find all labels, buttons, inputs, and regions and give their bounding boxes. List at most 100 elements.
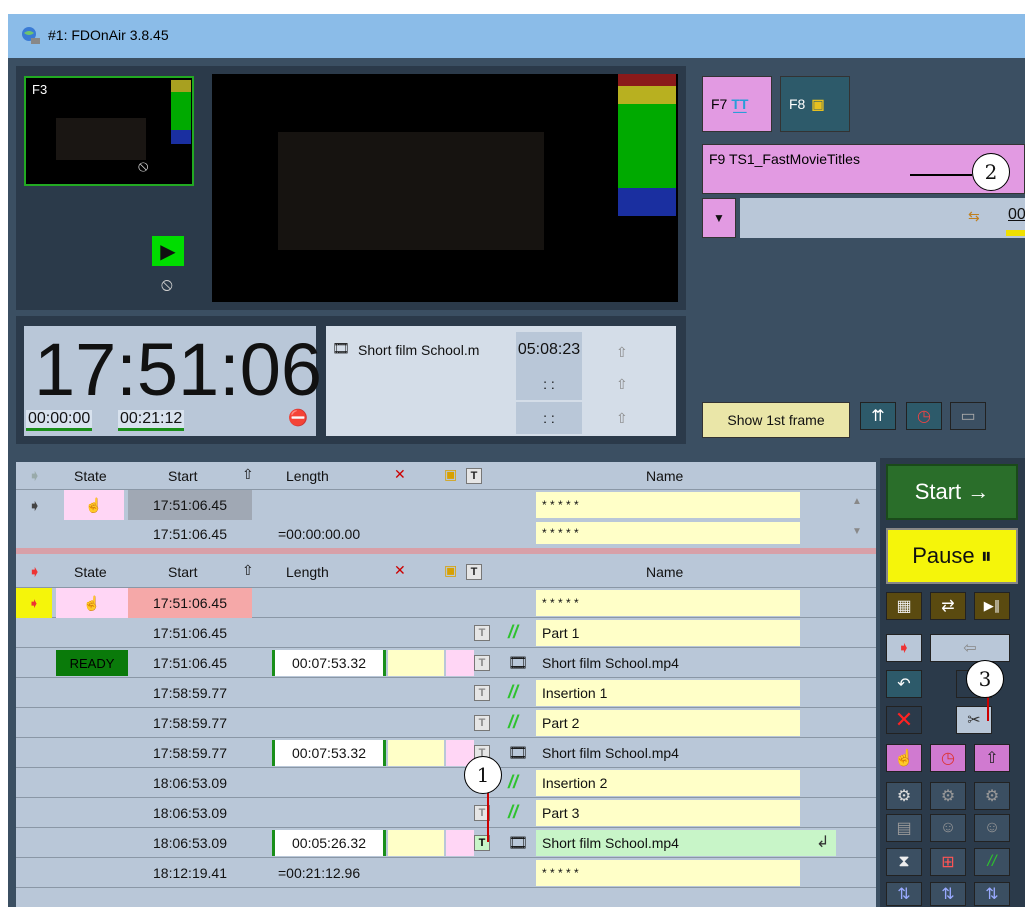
length-input[interactable]: 00:05:26.32 xyxy=(272,830,386,856)
length-pad xyxy=(388,650,444,676)
hourglass-icon[interactable]: ⧗ xyxy=(886,848,922,876)
level-meter-blue xyxy=(171,130,191,144)
callout-2-line xyxy=(910,174,972,176)
length-input[interactable]: 00:07:53.32 xyxy=(272,650,386,676)
col-state: State xyxy=(74,564,107,580)
meter-yellow xyxy=(618,86,676,104)
start-button[interactable]: Start → xyxy=(886,464,1018,520)
template-f7-button[interactable]: F7 T͟T xyxy=(702,76,772,132)
align-icon[interactable]: ⇈ xyxy=(860,402,896,430)
length-input[interactable]: 00:07:53.32 xyxy=(272,740,386,766)
film-icon: 🎞 xyxy=(332,340,350,356)
playlist-header-row: ➧ State Start ⇧ Length ✕ ▣ T Name xyxy=(16,556,876,588)
titles-toggle[interactable]: T xyxy=(474,655,490,671)
start-cell: 17:58:59.77 xyxy=(153,745,227,761)
table-row[interactable]: READY 17:51:06.45 00:07:53.32 T 🎞 Short film … xyxy=(16,648,876,678)
titles-toggle[interactable]: T xyxy=(474,625,490,641)
undo-icon[interactable]: ↶ xyxy=(886,670,922,698)
move-icon-2[interactable]: ⇅ xyxy=(930,882,966,906)
start-cell: 17:51:06.45 xyxy=(153,526,227,542)
col-length: Length xyxy=(286,564,329,580)
insert-icon[interactable]: ⊞ xyxy=(930,848,966,876)
upload-icon-3[interactable]: ⇧ xyxy=(616,410,628,427)
plugin-icon-2[interactable]: ⚙ xyxy=(930,782,966,810)
play-pause-icon[interactable]: ▶∥ xyxy=(974,592,1010,620)
table-row[interactable]: 17:51:06.45 T // Part 1 xyxy=(16,618,876,648)
user-icon-2[interactable]: ☺ xyxy=(974,814,1010,842)
blank-time-1: : : xyxy=(516,368,582,400)
titles-toggle[interactable]: T xyxy=(474,685,490,701)
top-row-2[interactable]: 17:51:06.45 =00:00:00.00 * * * * * ▼ xyxy=(16,520,876,546)
upload-icon-1[interactable]: ⇧ xyxy=(616,344,628,361)
play-button[interactable]: ▶ xyxy=(152,236,184,266)
table-row[interactable]: 18:12:19.41 =00:21:12.96 * * * * * xyxy=(16,858,876,888)
name-cell: Short film School.mp4 xyxy=(536,830,836,856)
program-frame xyxy=(278,132,544,250)
table-row[interactable]: 17:58:59.77 T // Insertion 1 xyxy=(16,678,876,708)
level-meter-green xyxy=(171,92,191,130)
col-start: Start xyxy=(168,564,198,580)
logo-icon: ▣ xyxy=(811,95,825,112)
callout-1: 1 xyxy=(464,756,502,794)
name-cell: * * * * * xyxy=(536,492,800,518)
pause-button[interactable]: Pause ⏸ xyxy=(886,528,1018,584)
show-first-frame-button[interactable]: Show 1st frame xyxy=(702,402,850,438)
app-icon xyxy=(22,27,40,44)
swap-icon[interactable]: ⇄ xyxy=(930,592,966,620)
move-icon-1[interactable]: ⇅ xyxy=(886,882,922,906)
name-cell: Insertion 1 xyxy=(536,680,800,706)
start-cell: 17:51:06.45 xyxy=(128,588,252,618)
dropdown-button[interactable]: ▼ xyxy=(702,198,736,238)
upload-icon[interactable]: ⇧ xyxy=(974,744,1010,772)
upload-icon-2[interactable]: ⇧ xyxy=(616,376,628,393)
disable-icon[interactable]: ⛔ xyxy=(288,408,308,428)
user-icon-1[interactable]: ☺ xyxy=(930,814,966,842)
delete-icon[interactable]: ✕ xyxy=(886,706,922,734)
top-header-row: ➧ State Start ⇧ Length ✕ ▣ T Name xyxy=(16,462,876,490)
back-arrow-icon[interactable]: ➧ xyxy=(886,634,922,662)
plugin-icon-1[interactable]: ⚙ xyxy=(886,782,922,810)
titles-icon: T͟T xyxy=(731,96,749,112)
enter-icon[interactable]: ↲ xyxy=(816,832,829,852)
scroll-up-icon[interactable]: ▲ xyxy=(852,496,862,507)
skip-icon[interactable]: ▦ xyxy=(886,592,922,620)
hand-icon[interactable]: ☝ xyxy=(886,744,922,772)
clock-icon[interactable]: ◷ xyxy=(906,402,942,430)
plugin-icon-3[interactable]: ⚙ xyxy=(974,782,1010,810)
current-time: 17:51:06 xyxy=(34,328,323,411)
length-pad xyxy=(388,740,444,766)
titles-toggle[interactable]: T xyxy=(474,715,490,731)
monitor-icon[interactable]: ▭ xyxy=(950,402,986,430)
top-row-1[interactable]: ➧ ☝ 17:51:06.45 * * * * * ▲ xyxy=(16,490,876,520)
table-row[interactable]: 17:58:59.77 T // Part 2 xyxy=(16,708,876,738)
now-item-duration: 05:08:23 xyxy=(516,332,582,368)
table-row[interactable]: 18:06:53.09 T//Part 3 xyxy=(16,798,876,828)
clip-icon[interactable]: ▤ xyxy=(886,814,922,842)
move-icon-3[interactable]: ⇅ xyxy=(974,882,1010,906)
window-title: #1: FDOnAir 3.8.45 xyxy=(48,27,169,43)
cut-icon[interactable]: // xyxy=(974,848,1010,876)
table-row[interactable]: ➧ ☝ 17:51:06.45 * * * * * xyxy=(16,588,876,618)
preview-thumbnail[interactable]: F3 ⦸ xyxy=(24,76,194,186)
col-start: Start xyxy=(168,468,198,484)
hand-icon: ☝ xyxy=(56,588,128,618)
elapsed-time: 00:00:00 xyxy=(26,410,93,431)
start-cell: 17:51:06.45 xyxy=(153,625,227,641)
table-row[interactable]: 18:06:53.09T//Insertion 2 xyxy=(16,768,876,798)
length-cell: =00:21:12.96 xyxy=(278,865,361,881)
template-icon: ⇆ xyxy=(968,208,980,224)
chevron-down-icon: ▼ xyxy=(713,211,725,225)
clock-icon[interactable]: ◷ xyxy=(930,744,966,772)
return-icon[interactable]: ⇦ xyxy=(930,634,1010,662)
scroll-down-icon[interactable]: ▼ xyxy=(852,526,862,537)
lock-start-icon: ⇧ xyxy=(242,466,254,482)
table-row[interactable]: 17:58:59.77 00:07:53.32 T 🎞 Short film Schoo… xyxy=(16,738,876,768)
state-cell: ☝ xyxy=(64,490,124,520)
name-cell: * * * * * xyxy=(536,590,800,616)
table-row[interactable]: 18:06:53.09 00:05:26.32 T 🎞 Short film Schoo… xyxy=(16,828,876,858)
preview-panel: F3 ⦸ ▶ ⦸ xyxy=(16,66,686,310)
program-monitor xyxy=(212,74,678,302)
col-name: Name xyxy=(646,468,684,484)
film-icon: 🎞 xyxy=(508,655,529,672)
template-f8-button[interactable]: F8 ▣ xyxy=(780,76,850,132)
